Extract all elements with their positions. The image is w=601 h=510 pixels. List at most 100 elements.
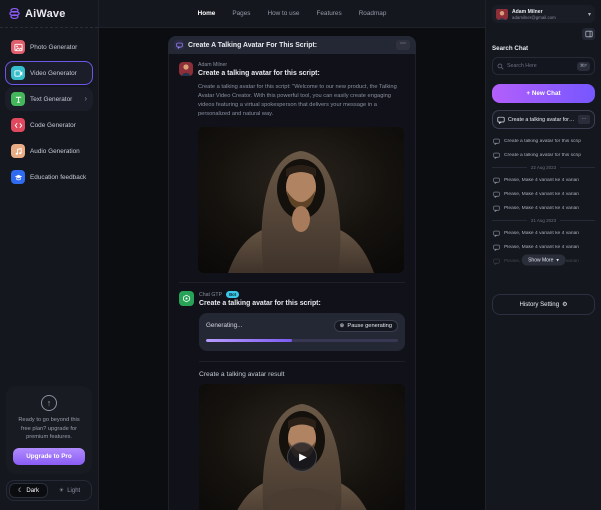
sidebar-item-label: Text Generator	[30, 96, 72, 103]
sidebar-item-code-generator[interactable]: Code Generator	[5, 113, 93, 137]
user-message-body: Create a talking avatar for this script:…	[198, 83, 406, 120]
sidebar-item-audio-generation[interactable]: Audio Generation	[5, 139, 93, 163]
chat-history-item[interactable]: Please, Make 4 variant ke 4 varian	[492, 226, 595, 240]
show-more-button[interactable]: Show More ▾	[521, 255, 566, 266]
search-shortcut-badge: ⌘F	[577, 62, 590, 71]
music-icon	[11, 144, 25, 158]
brand-name: AiWave	[25, 8, 66, 20]
top-navbar: Home Pages How to use Features Roadmap	[99, 0, 485, 28]
chat-history-label: Create a talking avatar for this scrip	[504, 153, 581, 158]
progress-track	[206, 339, 398, 343]
plus-icon: +	[526, 90, 530, 97]
search-box: ⌘F	[492, 57, 595, 75]
user-message: Adam Milner Create a talking avatar for …	[179, 62, 405, 273]
user-message-head: Adam Milner Create a talking avatar for …	[179, 62, 405, 77]
nav-home[interactable]: Home	[198, 10, 216, 17]
chat-bubble-icon	[174, 40, 184, 50]
chat-thread-title: Create A Talking Avatar For This Script:	[188, 42, 317, 49]
chat-history-item[interactable]: Please, Make 4 variant ke 4 varian	[492, 187, 595, 201]
search-chat-title: Search Chat	[492, 45, 595, 52]
sidebar-item-video-generator[interactable]: Video Generator	[5, 61, 93, 85]
show-more-label: Show More	[528, 257, 553, 263]
bot-message-head: Chat GTP Bot Create a talking avatar for…	[179, 291, 405, 307]
sun-icon: ☀	[59, 487, 64, 494]
sidebar-item-education-feedback[interactable]: Education feedback	[5, 165, 93, 189]
theme-light-button[interactable]: ☀ Light	[50, 483, 89, 498]
brand[interactable]: AiWave	[0, 0, 98, 28]
user-avatar	[496, 8, 508, 20]
generating-label: Generating...	[206, 322, 242, 329]
up-arrow-icon: ↑	[41, 395, 57, 411]
gear-icon: ⚙	[562, 301, 567, 308]
text-icon	[11, 92, 25, 106]
chat-history-item[interactable]: Please, Make 4 variant ke 4 varian	[492, 173, 595, 187]
user-account-menu[interactable]: Adam Milner adamilner@gmail.com ▾	[492, 5, 595, 23]
photo-icon	[11, 40, 25, 54]
upgrade-text: Ready to go beyond this free plan? upgra…	[13, 416, 85, 442]
theme-dark-button[interactable]: ☾ Dark	[9, 483, 48, 498]
user-message-title: Create a talking avatar for this script:	[198, 70, 320, 77]
search-input[interactable]	[507, 63, 574, 69]
chat-history-list: Create a talking avatar for this scrip C…	[492, 134, 595, 268]
sidebar-item-text-generator[interactable]: Text Generator ›	[5, 87, 93, 111]
pause-generating-button[interactable]: ⊗ Pause generating	[334, 320, 398, 332]
chevron-right-icon: ›	[84, 95, 87, 103]
new-chat-button[interactable]: + New Chat	[492, 84, 595, 103]
chat-icon	[493, 177, 500, 184]
chat-icon	[493, 191, 500, 198]
theme-light-label: Light	[67, 488, 80, 494]
nav-features[interactable]: Features	[316, 10, 341, 17]
bot-name-row: Chat GTP Bot	[199, 291, 321, 298]
new-chat-label: New Chat	[532, 90, 561, 97]
pause-generating-label: Pause generating	[347, 323, 392, 329]
bot-message: Chat GTP Bot Create a talking avatar for…	[179, 282, 405, 510]
chat-item-menu-button[interactable]: ⋯	[578, 115, 590, 124]
active-chat-label: Create a talking avatar for this	[508, 117, 575, 123]
history-date-divider: 21 Aug 2023	[492, 218, 595, 223]
left-sidebar: AiWave Photo Generator Video Generator T…	[0, 0, 99, 510]
chat-history-item[interactable]: Create a talking avatar for this scrip	[492, 148, 595, 162]
chat-history-item[interactable]: Please, Make 4 variant ke 4 varian	[492, 240, 595, 254]
history-date-divider: 22 Aug 2023	[492, 165, 595, 170]
bot-message-meta: Chat GTP Bot Create a talking avatar for…	[199, 291, 321, 307]
center-column: Home Pages How to use Features Roadmap C…	[99, 0, 485, 510]
active-chat-item[interactable]: Create a talking avatar for this ⋯	[492, 110, 595, 129]
collapse-panel-button[interactable]	[582, 28, 595, 40]
result-label: Create a talking avatar result	[199, 371, 405, 378]
cancel-circle-icon: ⊗	[340, 323, 345, 329]
progress-fill	[206, 339, 292, 343]
chat-history-label: Create a talking avatar for this scrip	[504, 139, 581, 144]
video-icon	[11, 66, 25, 80]
chatbot-icon	[179, 291, 194, 306]
theme-dark-label: Dark	[26, 488, 39, 494]
sidebar-item-label: Code Generator	[30, 122, 76, 129]
chat-thread-header: Create A Talking Avatar For This Script:…	[168, 36, 416, 54]
search-icon	[497, 63, 504, 70]
nav-pages[interactable]: Pages	[232, 10, 250, 17]
nav-roadmap[interactable]: Roadmap	[359, 10, 387, 17]
chat-history-label: Please, Make 4 variant ke 4 varian	[504, 206, 579, 211]
play-button[interactable]: ▶	[287, 442, 317, 472]
generating-box: Generating... ⊗ Pause generating	[199, 313, 405, 352]
bot-badge: Bot	[226, 291, 239, 298]
thread-menu-button[interactable]: ⋯	[396, 40, 410, 50]
nav-how-to-use[interactable]: How to use	[267, 10, 299, 17]
app-root: AiWave Photo Generator Video Generator T…	[0, 0, 601, 510]
user-info: Adam Milner adamilner@gmail.com	[512, 9, 556, 20]
chat-icon	[493, 152, 500, 159]
chat-icon	[493, 244, 500, 251]
history-setting-button[interactable]: History Setting ⚙	[492, 294, 595, 315]
chat-history-label: Please, Make 4 variant ke 4 varian	[504, 192, 579, 197]
avatar-source-image	[198, 127, 404, 273]
sidebar-item-label: Photo Generator	[30, 44, 77, 51]
moon-icon: ☾	[18, 487, 23, 494]
chat-history-label: Please, Make 4 variant ke 4 varian	[504, 245, 579, 250]
history-date: 21 Aug 2023	[531, 218, 556, 223]
sidebar-item-photo-generator[interactable]: Photo Generator	[5, 35, 93, 59]
right-sidebar: Adam Milner adamilner@gmail.com ▾ Search…	[485, 0, 601, 510]
history-date: 22 Aug 2023	[531, 165, 556, 170]
chat-history-item[interactable]: Please, Make 4 variant ke 4 varian	[492, 201, 595, 215]
chat-history-item[interactable]: Create a talking avatar for this scrip	[492, 134, 595, 148]
upgrade-to-pro-button[interactable]: Upgrade to Pro	[13, 448, 85, 465]
graduation-cap-icon	[11, 170, 25, 184]
